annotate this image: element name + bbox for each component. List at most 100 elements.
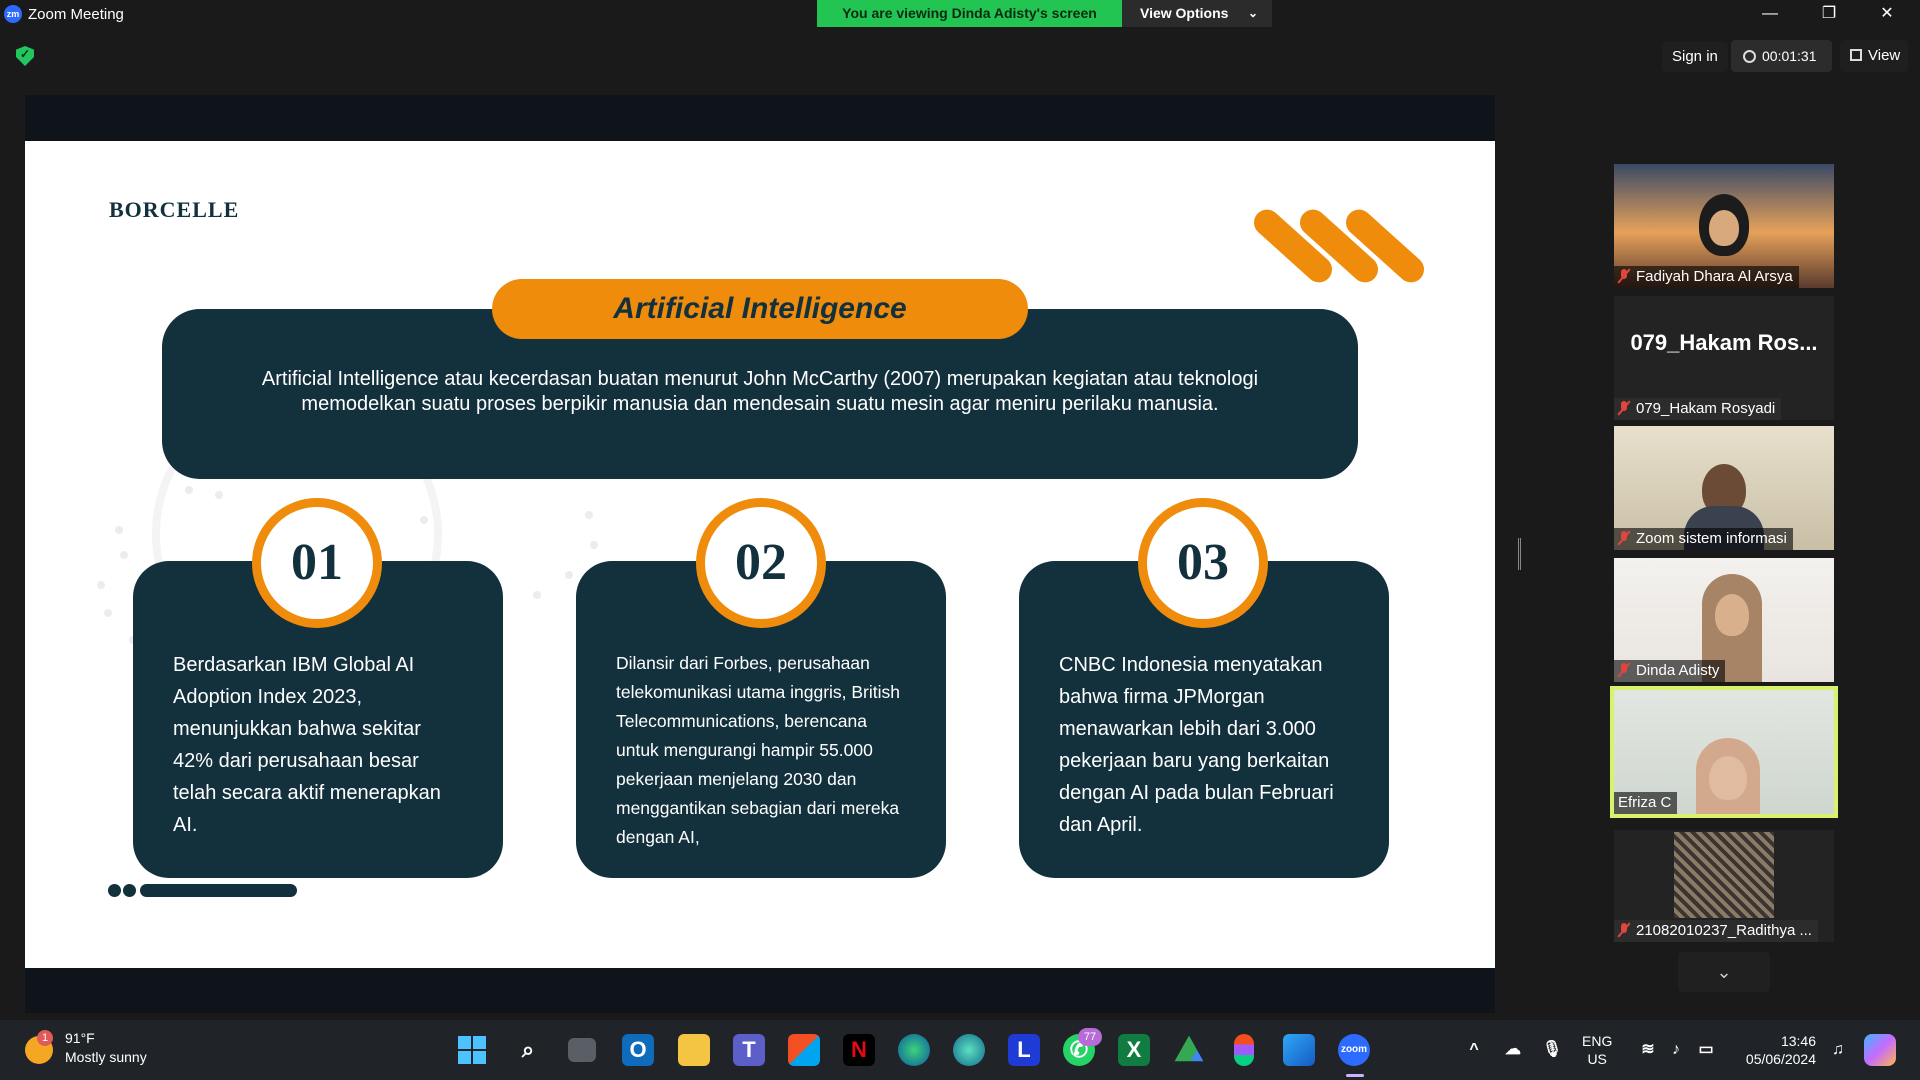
onedrive-offline-icon[interactable]: ☁ bbox=[1497, 1034, 1529, 1066]
participant-tile[interactable]: 21082010237_Radithya ... bbox=[1614, 830, 1834, 942]
participant-name-text: 21082010237_Radithya ... bbox=[1636, 922, 1812, 939]
decorative-dot bbox=[185, 486, 193, 494]
view-options-label: View Options bbox=[1140, 5, 1229, 21]
participant-face bbox=[1709, 210, 1739, 246]
card-text: Dilansir dari Forbes, perusahaan telekom… bbox=[616, 653, 901, 847]
decorative-dot bbox=[120, 551, 128, 559]
language-indicator[interactable]: ENG US bbox=[1582, 1032, 1612, 1068]
participant-avatar-image bbox=[1674, 832, 1774, 918]
share-banner: You are viewing Dinda Adisty's screen bbox=[817, 0, 1122, 27]
mic-muted-icon bbox=[1618, 663, 1630, 677]
card-number-badge: 03 bbox=[1138, 498, 1268, 628]
participant-name: Efriza C bbox=[1614, 792, 1678, 814]
card-number-badge: 02 bbox=[696, 498, 826, 628]
participant-tile[interactable]: Dinda Adisty bbox=[1614, 558, 1834, 682]
panel-resize-handle[interactable] bbox=[1518, 538, 1521, 570]
sign-in-button[interactable]: Sign in bbox=[1662, 42, 1728, 72]
mic-muted-icon bbox=[1618, 923, 1630, 937]
participant-tile-active-speaker[interactable]: Efriza C bbox=[1610, 686, 1838, 818]
participant-tile[interactable]: 079_Hakam Ros... 079_Hakam Rosyadi bbox=[1614, 296, 1834, 420]
decorative-dot bbox=[565, 571, 573, 579]
netflix-icon[interactable]: N bbox=[843, 1034, 875, 1066]
brand-logo: BORCELLE bbox=[109, 197, 240, 222]
teams-icon[interactable]: T bbox=[733, 1034, 765, 1066]
chevron-up-icon[interactable]: ^ bbox=[1458, 1034, 1490, 1066]
participant-name-text: Efriza C bbox=[1618, 794, 1672, 811]
clock-date: 05/06/2024 bbox=[1745, 1051, 1816, 1067]
microphone-icon[interactable]: 🎙 bbox=[1536, 1034, 1568, 1066]
encryption-shield-icon[interactable] bbox=[16, 46, 34, 66]
chevron-down-icon[interactable]: ⌄ bbox=[1678, 952, 1770, 992]
volume-icon[interactable]: ♪ bbox=[1660, 1034, 1692, 1066]
task-view-icon[interactable] bbox=[568, 1038, 596, 1062]
chevron-down-icon: ⌄ bbox=[1247, 6, 1258, 20]
photos-icon[interactable] bbox=[1283, 1034, 1315, 1066]
whatsapp-unread-badge: 77 bbox=[1078, 1028, 1102, 1046]
participant-name-text: Zoom sistem informasi bbox=[1636, 530, 1787, 547]
decorative-dot bbox=[590, 541, 598, 549]
participant-name: Zoom sistem informasi bbox=[1614, 528, 1793, 550]
participant-name: 21082010237_Radithya ... bbox=[1614, 920, 1818, 942]
participant-name: Dinda Adisty bbox=[1614, 660, 1726, 682]
clock-time: 13:46 bbox=[1780, 1033, 1816, 1049]
decorative-dot bbox=[533, 591, 541, 599]
system-clock[interactable]: 13:46 05/06/2024 bbox=[1736, 1032, 1816, 1068]
file-explorer-icon[interactable] bbox=[678, 1034, 710, 1066]
participant-name-text: 079_Hakam Rosyadi bbox=[1636, 400, 1776, 417]
microsoft-store-icon[interactable] bbox=[788, 1034, 820, 1066]
participant-display-name: 079_Hakam Ros... bbox=[1630, 330, 1818, 355]
windows-taskbar: 1 91°F Mostly sunny ⌕ O T N L ✆ 77 X zoo… bbox=[0, 1020, 1920, 1080]
window-title: Zoom Meeting bbox=[28, 6, 124, 23]
language-code: ENG bbox=[1582, 1033, 1613, 1049]
close-button[interactable]: ✕ bbox=[1858, 0, 1916, 29]
outlook-icon[interactable]: O bbox=[622, 1034, 654, 1066]
decorative-dot bbox=[585, 511, 593, 519]
mic-muted-icon bbox=[1618, 531, 1630, 545]
windows-start-icon[interactable] bbox=[456, 1034, 488, 1066]
zoom-icon[interactable]: zoom bbox=[1338, 1034, 1370, 1066]
weather-temperature: 91°F bbox=[65, 1030, 95, 1046]
drive-icon[interactable] bbox=[1174, 1035, 1204, 1062]
decorative-dot bbox=[115, 526, 123, 534]
edge-icon[interactable] bbox=[898, 1034, 930, 1066]
excel-icon[interactable]: X bbox=[1118, 1034, 1150, 1066]
meeting-timer[interactable]: 00:01:31 bbox=[1731, 40, 1832, 72]
decorative-dot bbox=[215, 491, 223, 499]
view-label: View bbox=[1868, 47, 1901, 64]
participant-tile[interactable]: Zoom sistem informasi bbox=[1614, 426, 1834, 550]
definition-text: Artificial Intelligence atau kecerdasan … bbox=[261, 368, 1259, 415]
decorative-stripes bbox=[1248, 203, 1430, 288]
decorative-dot bbox=[420, 516, 428, 524]
participant-name: Fadiyah Dhara Al Arsya bbox=[1614, 266, 1799, 288]
copilot-icon[interactable] bbox=[1864, 1034, 1896, 1066]
card-text: CNBC Indonesia menyatakan bahwa firma JP… bbox=[1059, 654, 1334, 836]
notification-bell-icon[interactable]: ♫ bbox=[1822, 1034, 1854, 1066]
decorative-dot bbox=[104, 609, 112, 617]
card-number-badge: 01 bbox=[252, 498, 382, 628]
participant-tile[interactable]: Fadiyah Dhara Al Arsya bbox=[1614, 164, 1834, 288]
gallery-view-icon bbox=[1850, 49, 1862, 61]
notification-badge: 1 bbox=[37, 1030, 53, 1046]
weather-sun-icon: 1 bbox=[25, 1030, 53, 1064]
figma-icon[interactable] bbox=[1234, 1034, 1254, 1066]
participant-name-text: Dinda Adisty bbox=[1636, 662, 1720, 679]
l-app-icon[interactable]: L bbox=[1008, 1034, 1040, 1066]
decorative-dot bbox=[97, 581, 105, 589]
mic-muted-icon bbox=[1618, 269, 1630, 283]
battery-icon[interactable]: ▭ bbox=[1690, 1034, 1722, 1066]
edge-dev-icon[interactable] bbox=[953, 1034, 985, 1066]
participant-name: 079_Hakam Rosyadi bbox=[1614, 398, 1782, 420]
minimize-button[interactable]: — bbox=[1741, 0, 1799, 29]
view-button[interactable]: View bbox=[1840, 40, 1908, 72]
participant-face bbox=[1709, 756, 1747, 800]
search-icon[interactable]: ⌕ bbox=[512, 1034, 544, 1066]
card-text: Berdasarkan IBM Global AI Adoption Index… bbox=[173, 654, 441, 836]
participant-name-text: Fadiyah Dhara Al Arsya bbox=[1636, 268, 1793, 285]
timer-value: 00:01:31 bbox=[1762, 48, 1817, 64]
weather-description: Mostly sunny bbox=[65, 1049, 147, 1065]
view-options-button[interactable]: View Options ⌄ bbox=[1122, 0, 1272, 27]
restore-button[interactable]: ❐ bbox=[1800, 0, 1858, 29]
participant-face bbox=[1715, 594, 1749, 636]
presentation-slide: BORCELLE Artificial Intelligence atau ke… bbox=[25, 141, 1495, 968]
mic-muted-icon bbox=[1618, 401, 1630, 415]
